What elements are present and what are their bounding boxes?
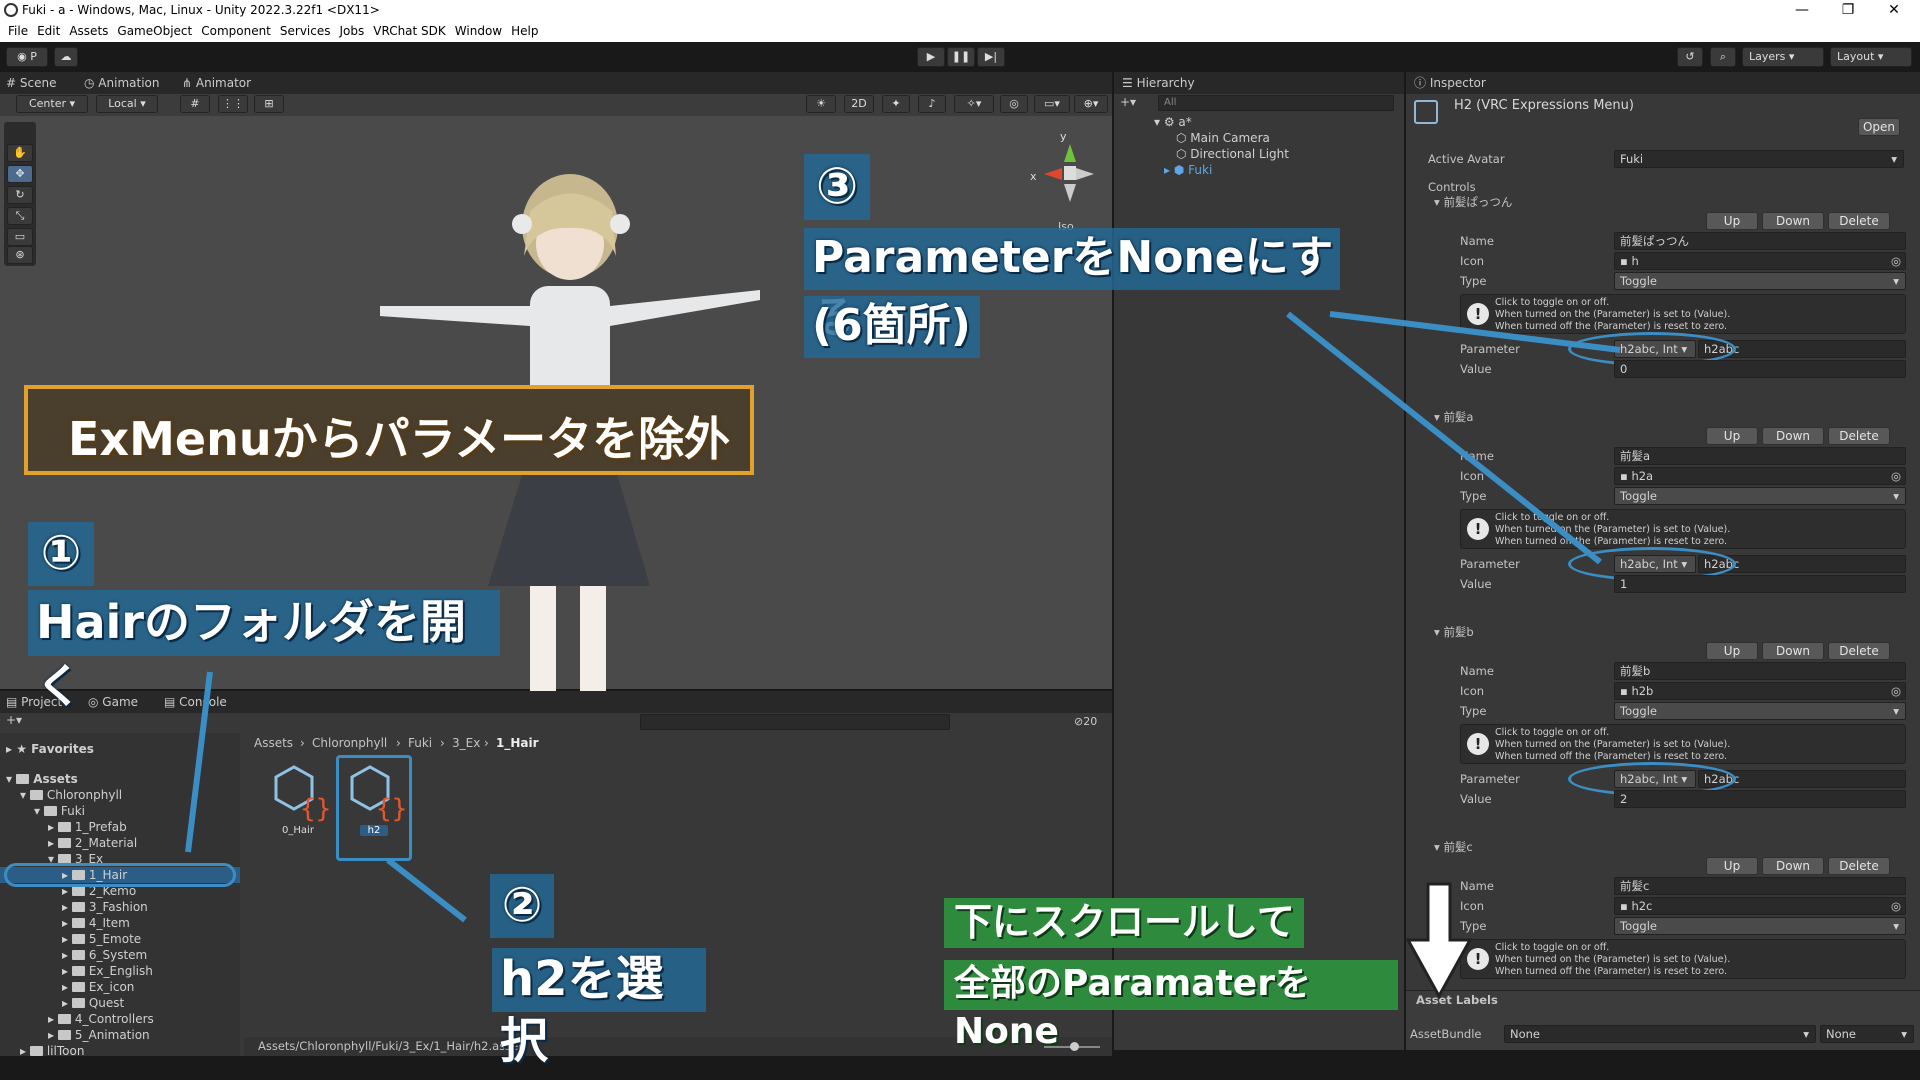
step3-line2: (6箇所) [804, 296, 980, 358]
down-arrow-icon [1405, 882, 1473, 1000]
step3-line1: ParameterをNoneにする [804, 228, 1340, 343]
scroll-note-line1: 下にスクロールして [944, 898, 1304, 948]
step2-text: h2を選択 [492, 948, 706, 1069]
title-text: ExMenuからパラメータを除外 [68, 412, 731, 466]
step3-number: ③ [804, 154, 870, 220]
step1-text: Hairのフォルダを開く [28, 590, 500, 713]
title-banner: ExMenuからパラメータを除外 [24, 385, 754, 475]
step2-number: ② [490, 874, 554, 938]
scroll-note-line2: 全部のParamaterをNone [944, 960, 1398, 1052]
step1-number: ① [28, 522, 94, 586]
